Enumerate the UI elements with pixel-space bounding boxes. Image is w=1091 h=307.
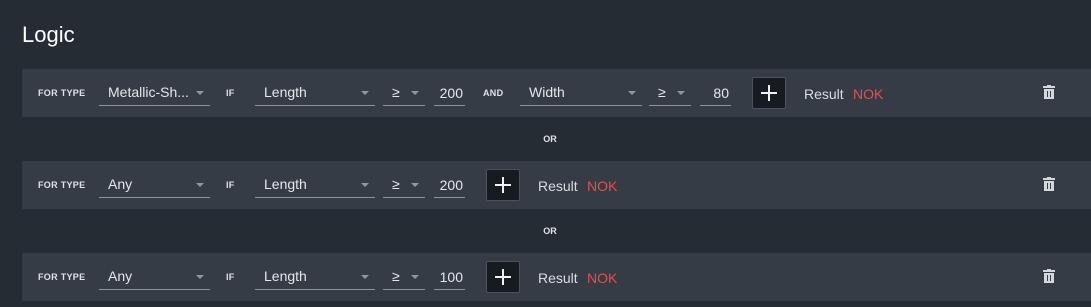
caret-down-icon (196, 183, 204, 187)
operator-select-value: ≥ (658, 84, 666, 100)
result-value[interactable]: NOK (587, 270, 617, 286)
type-select-value: Any (108, 268, 133, 284)
field-select[interactable]: Length (255, 171, 375, 198)
caret-down-icon (361, 183, 369, 187)
trash-icon[interactable] (1043, 177, 1055, 192)
and-label: AND (483, 88, 504, 98)
rule-row: FOR TYPE Any IF Length ≥ 200 Result NOK (22, 161, 1091, 209)
value-input[interactable]: 80 (700, 79, 731, 106)
caret-down-icon (411, 275, 419, 279)
if-label: IF (226, 88, 235, 98)
field-select[interactable]: Length (255, 263, 375, 290)
or-separator: OR (543, 226, 557, 236)
page-title: Logic (22, 22, 75, 47)
type-select-value: Metallic-Sh... (108, 84, 189, 100)
value-input-value: 200 (439, 177, 463, 193)
value-input[interactable]: 200 (434, 79, 465, 106)
add-condition-button[interactable] (486, 261, 520, 293)
rule-row: FOR TYPE Any IF Length ≥ 100 Result NOK (22, 253, 1091, 301)
field-select[interactable]: Length (255, 79, 375, 106)
operator-select-value: ≥ (392, 176, 400, 192)
field-select-value: Length (264, 268, 307, 284)
for-type-label: FOR TYPE (38, 88, 86, 98)
rule-row: FOR TYPE Metallic-Sh... IF Length ≥ 200 … (22, 69, 1091, 117)
value-input-value: 80 (713, 85, 729, 101)
caret-down-icon (628, 91, 636, 95)
caret-down-icon (361, 275, 369, 279)
caret-down-icon (196, 275, 204, 279)
type-select[interactable]: Any (99, 171, 210, 198)
operator-select[interactable]: ≥ (383, 263, 425, 290)
operator-select-value: ≥ (392, 84, 400, 100)
result-label: Result (804, 86, 844, 102)
value-input-value: 200 (439, 85, 463, 101)
caret-down-icon (361, 91, 369, 95)
result-label: Result (538, 178, 578, 194)
field-select-value: Width (529, 84, 565, 100)
value-input[interactable]: 200 (434, 171, 465, 198)
operator-select[interactable]: ≥ (383, 79, 425, 106)
operator-select[interactable]: ≥ (383, 171, 425, 198)
trash-icon[interactable] (1043, 269, 1055, 284)
caret-down-icon (411, 91, 419, 95)
field-select-value: Length (264, 84, 307, 100)
or-separator: OR (543, 134, 557, 144)
value-input-value: 100 (439, 269, 463, 285)
value-input[interactable]: 100 (434, 263, 465, 290)
field-select[interactable]: Width (520, 79, 642, 106)
result-value[interactable]: NOK (587, 178, 617, 194)
if-label: IF (226, 180, 235, 190)
add-condition-button[interactable] (486, 169, 520, 201)
caret-down-icon (677, 91, 685, 95)
caret-down-icon (196, 91, 204, 95)
type-select[interactable]: Any (99, 263, 210, 290)
trash-icon[interactable] (1043, 85, 1055, 100)
add-condition-button[interactable] (752, 77, 786, 109)
result-label: Result (538, 270, 578, 286)
for-type-label: FOR TYPE (38, 180, 86, 190)
type-select[interactable]: Metallic-Sh... (99, 79, 210, 106)
caret-down-icon (411, 183, 419, 187)
for-type-label: FOR TYPE (38, 272, 86, 282)
if-label: IF (226, 272, 235, 282)
operator-select[interactable]: ≥ (649, 79, 691, 106)
field-select-value: Length (264, 176, 307, 192)
result-value[interactable]: NOK (853, 86, 883, 102)
type-select-value: Any (108, 176, 133, 192)
operator-select-value: ≥ (392, 268, 400, 284)
